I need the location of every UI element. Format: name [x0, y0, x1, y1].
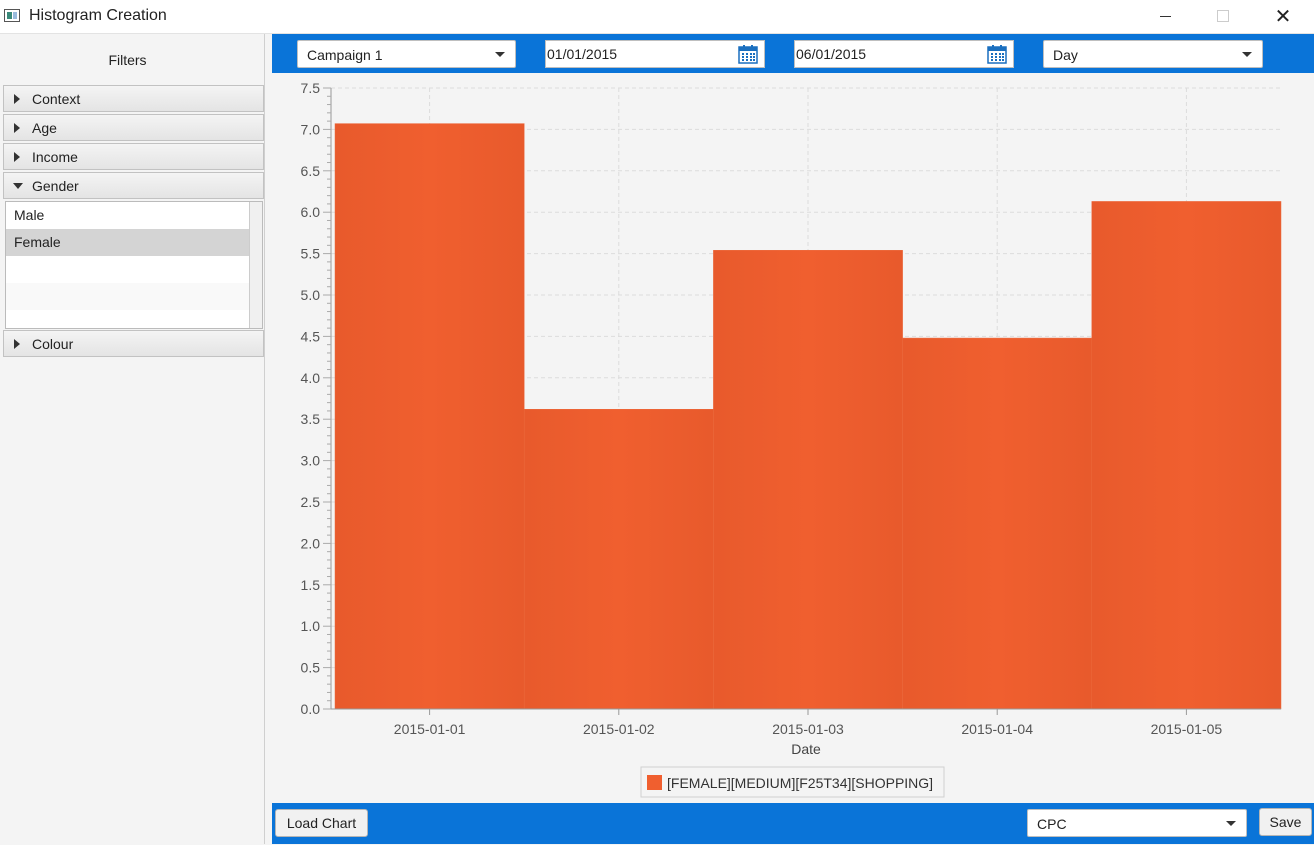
metric-select[interactable]: CPC [1027, 809, 1247, 837]
accordion-income[interactable]: Income [3, 143, 264, 170]
end-date-picker[interactable]: 06/01/2015 [794, 40, 1014, 68]
y-tick-label: 7.0 [301, 121, 321, 137]
filters-title: Filters [108, 52, 147, 68]
maximize-icon [1217, 10, 1229, 22]
chevron-down-icon [1226, 821, 1236, 826]
close-icon: ✕ [1274, 4, 1292, 28]
y-tick-label: 6.0 [301, 204, 321, 220]
histogram-chart: 0.0 0.5 1.0 1.5 2.0 2.5 3.0 3.5 4.0 4.5 5.0 5.5 6.0 6… [272, 73, 1314, 803]
bar-2015-01-02 [523, 409, 714, 710]
campaign-select[interactable]: Campaign 1 [297, 40, 516, 68]
x-tick-label: 2015-01-02 [583, 721, 655, 737]
list-item-empty [6, 256, 262, 283]
calendar-icon[interactable] [738, 45, 758, 64]
x-tick-label: 2015-01-04 [961, 721, 1033, 737]
y-tick-label: 4.0 [301, 370, 321, 386]
chevron-down-icon [13, 183, 23, 189]
y-tick-label: 3.5 [301, 411, 321, 427]
y-tick-label: 2.5 [301, 494, 321, 510]
chart-svg: 0.0 0.5 1.0 1.5 2.0 2.5 3.0 3.5 4.0 4.5 5.0 5.5 6.0 6… [301, 80, 1282, 798]
calendar-icon[interactable] [987, 45, 1007, 64]
title-bar: Histogram Creation ✕ [0, 0, 1314, 34]
legend-label: [FEMALE][MEDIUM][F25T34][SHOPPING] [667, 775, 933, 791]
start-date-picker[interactable]: 01/01/2015 [545, 40, 765, 68]
window-title: Histogram Creation [29, 7, 167, 24]
x-tick-label: 2015-01-05 [1151, 721, 1223, 737]
y-tick-label: 4.5 [301, 328, 321, 344]
accordion-context[interactable]: Context [3, 85, 264, 112]
app-icon [4, 9, 20, 22]
list-item-empty [6, 283, 262, 310]
accordion-label: Colour [32, 336, 74, 352]
list-scrollbar[interactable] [249, 202, 262, 328]
chevron-right-icon [14, 123, 20, 133]
filters-sidebar: Filters Context Age Income Gender Male F… [1, 34, 265, 844]
chevron-right-icon [14, 152, 20, 162]
x-axis-title: Date [791, 741, 821, 757]
y-tick-label: 6.5 [301, 163, 321, 179]
bar-2015-01-03 [713, 250, 903, 710]
accordion-age[interactable]: Age [3, 114, 264, 141]
list-item-male[interactable]: Male [6, 202, 262, 229]
bar-2015-01-04 [902, 337, 1093, 710]
x-tick-label: 2015-01-03 [772, 721, 844, 737]
accordion-label: Age [32, 120, 57, 136]
save-button[interactable]: Save [1259, 808, 1312, 836]
accordion-colour[interactable]: Colour [3, 330, 264, 357]
bottom-toolbar: Load Chart CPC Save [272, 803, 1314, 844]
y-tick-label: 1.0 [301, 618, 321, 634]
campaign-select-value: Campaign 1 [307, 47, 383, 63]
y-tick-label: 5.5 [301, 246, 321, 262]
metric-select-value: CPC [1037, 816, 1067, 832]
chevron-down-icon [1242, 52, 1252, 57]
y-tick-label: 0.0 [301, 701, 321, 717]
y-tick-label: 1.5 [301, 577, 321, 593]
granularity-select[interactable]: Day [1043, 40, 1263, 68]
start-date-value: 01/01/2015 [547, 46, 618, 62]
y-tick-label: 7.5 [301, 80, 321, 96]
bar-2015-01-05 [1091, 201, 1282, 710]
maximize-button[interactable] [1200, 0, 1246, 32]
gender-list[interactable]: Male Female [5, 201, 263, 329]
x-tick-label: 2015-01-01 [394, 721, 466, 737]
minimize-button[interactable] [1142, 0, 1188, 32]
minimize-icon [1159, 15, 1171, 17]
chevron-right-icon [14, 339, 20, 349]
load-chart-button[interactable]: Load Chart [275, 809, 368, 837]
chevron-down-icon [495, 52, 505, 57]
bar-2015-01-01 [334, 123, 525, 710]
accordion-label: Gender [32, 178, 79, 194]
accordion-label: Income [32, 149, 78, 165]
accordion-label: Context [32, 91, 81, 107]
y-tick-label: 2.0 [301, 535, 321, 551]
end-date-value: 06/01/2015 [796, 46, 867, 62]
y-tick-label: 3.0 [301, 453, 321, 469]
close-button[interactable]: ✕ [1260, 0, 1306, 32]
top-toolbar: Campaign 1 01/01/2015 06/01/2015 Day [272, 34, 1314, 73]
accordion-gender[interactable]: Gender [3, 172, 264, 199]
list-item-female[interactable]: Female [6, 229, 262, 256]
granularity-select-value: Day [1053, 47, 1078, 63]
y-tick-label: 0.5 [301, 660, 321, 676]
legend-swatch [647, 775, 662, 790]
y-tick-label: 5.0 [301, 287, 321, 303]
chevron-right-icon [14, 94, 20, 104]
